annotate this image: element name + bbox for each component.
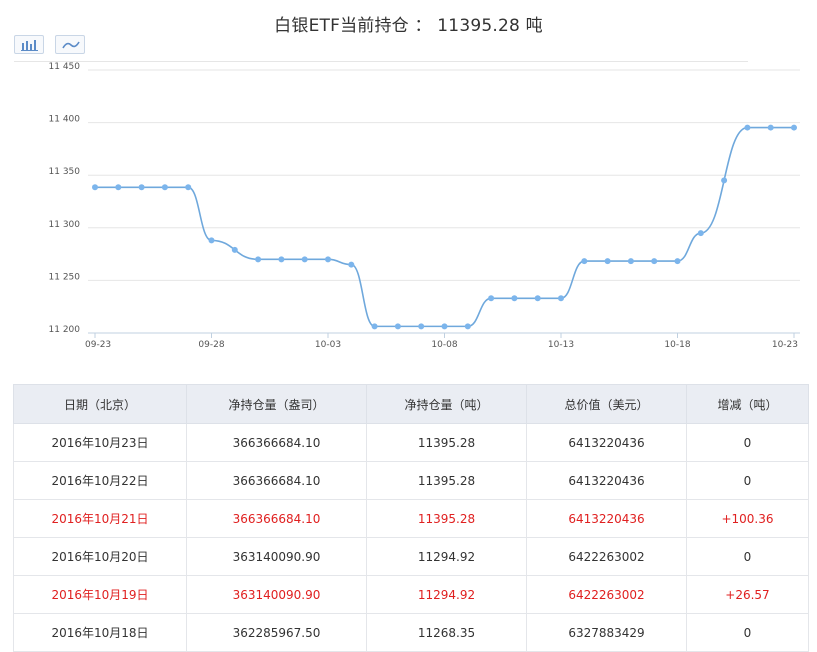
data-point[interactable] [674,258,681,265]
x-tick-label: 09-23 [85,340,111,350]
cell-change: +100.36 [686,499,809,538]
y-tick-label: 11 300 [49,220,81,230]
x-tick-label: 10-13 [548,340,574,350]
bar-chart-button[interactable] [14,35,44,54]
cell-total-value: 6413220436 [526,423,687,462]
chart-title: 白银ETF当前持仓 ： 11395.28 吨 [274,16,543,36]
cell-ounces: 366366684.10 [186,499,367,538]
cell-ounces: 363140090.90 [186,537,367,576]
data-point[interactable] [278,256,285,263]
cell-ounces: 363140090.90 [186,575,367,614]
line-chart-button[interactable] [55,35,85,54]
table-header-row: 日期（北京） 净持仓量（盎司） 净持仓量（吨） 总价值（美元） 增减（吨） [13,384,809,424]
x-tick-label: 09-28 [198,340,224,350]
data-point[interactable] [697,230,704,237]
cell-tonnes: 11395.28 [366,499,527,538]
bar-chart-icon [21,40,38,51]
table-row: 2016年10月23日 366366684.10 11395.28 641322043… [13,423,809,462]
cell-tonnes: 11294.92 [366,537,527,576]
cell-change: +26.57 [686,575,809,614]
data-point[interactable] [721,177,728,184]
cell-tonnes: 11294.92 [366,575,527,614]
y-tick-label: 11 400 [49,115,81,125]
header-ounces: 净持仓量（盎司） [186,384,367,424]
header-tonnes: 净持仓量（吨） [366,384,527,424]
cell-total-value: 6422263002 [526,575,687,614]
line-chart: 11 200 11 250 11 300 11 350 11 400 11 450 09-2… [49,62,800,350]
x-tick-label: 10-23 [772,340,798,350]
table-row: 2016年10月19日 363140090.90 11294.92 642226300… [13,575,809,614]
data-point[interactable] [255,256,262,263]
data-point[interactable] [627,258,634,265]
data-point[interactable] [348,261,355,268]
y-tick-label: 11 250 [49,272,81,282]
y-tick-label: 11 350 [49,167,81,177]
cell-date: 2016年10月21日 [13,499,187,538]
header-change: 增减（吨） [686,384,809,424]
cell-tonnes: 11395.28 [366,461,527,500]
cell-date: 2016年10月20日 [13,537,187,576]
cell-total-value: 6413220436 [526,461,687,500]
data-point[interactable] [651,258,658,265]
cell-ounces: 366366684.10 [186,461,367,500]
table-row: 2016年10月22日 366366684.10 11395.28 641322043… [13,461,809,500]
cell-date: 2016年10月22日 [13,461,187,500]
data-point[interactable] [791,124,797,131]
cell-tonnes: 11395.28 [366,423,527,462]
cell-date: 2016年10月23日 [13,423,187,462]
data-point[interactable] [744,124,751,131]
data-point[interactable] [138,184,145,191]
data-point[interactable] [418,323,425,330]
holdings-table: 日期（北京） 净持仓量（盎司） 净持仓量（吨） 总价值（美元） 增减（吨） 20… [13,384,809,652]
data-point[interactable] [371,323,378,330]
cell-total-value: 6413220436 [526,499,687,538]
cell-change: 0 [686,537,809,576]
cell-total-value: 6422263002 [526,537,687,576]
data-point[interactable] [511,295,518,302]
data-point[interactable] [92,184,98,191]
y-tick-label: 11 450 [49,62,81,72]
table-row: 2016年10月20日 363140090.90 11294.92 642226300… [13,537,809,576]
data-point[interactable] [185,184,192,191]
y-tick-label: 11 200 [49,325,81,335]
data-point[interactable] [767,124,774,131]
data-point[interactable] [534,295,541,302]
cell-change: 0 [686,461,809,500]
line-chart-icon [62,41,80,49]
x-tick-label: 10-18 [664,340,690,350]
header-total-value: 总价值（美元） [526,384,687,424]
data-point[interactable] [161,184,168,191]
data-point[interactable] [558,295,564,302]
series-line [95,126,794,328]
data-point[interactable] [464,323,471,330]
data-point[interactable] [325,256,331,263]
table-row: 2016年10月21日 366366684.10 11395.28 641322043… [13,499,809,538]
data-point[interactable] [604,258,611,265]
data-point[interactable] [115,184,122,191]
x-tick-label: 10-08 [431,340,457,350]
data-point[interactable] [394,323,401,330]
data-point[interactable] [301,256,308,263]
data-point[interactable] [231,246,238,253]
cell-ounces: 366366684.10 [186,423,367,462]
data-point[interactable] [581,258,588,265]
data-point[interactable] [208,237,215,244]
data-point[interactable] [441,323,448,330]
header-date: 日期（北京） [13,384,187,424]
cell-date: 2016年10月19日 [13,575,187,614]
data-point[interactable] [488,295,495,302]
cell-change: 0 [686,423,809,462]
x-tick-label: 10-03 [315,340,341,350]
